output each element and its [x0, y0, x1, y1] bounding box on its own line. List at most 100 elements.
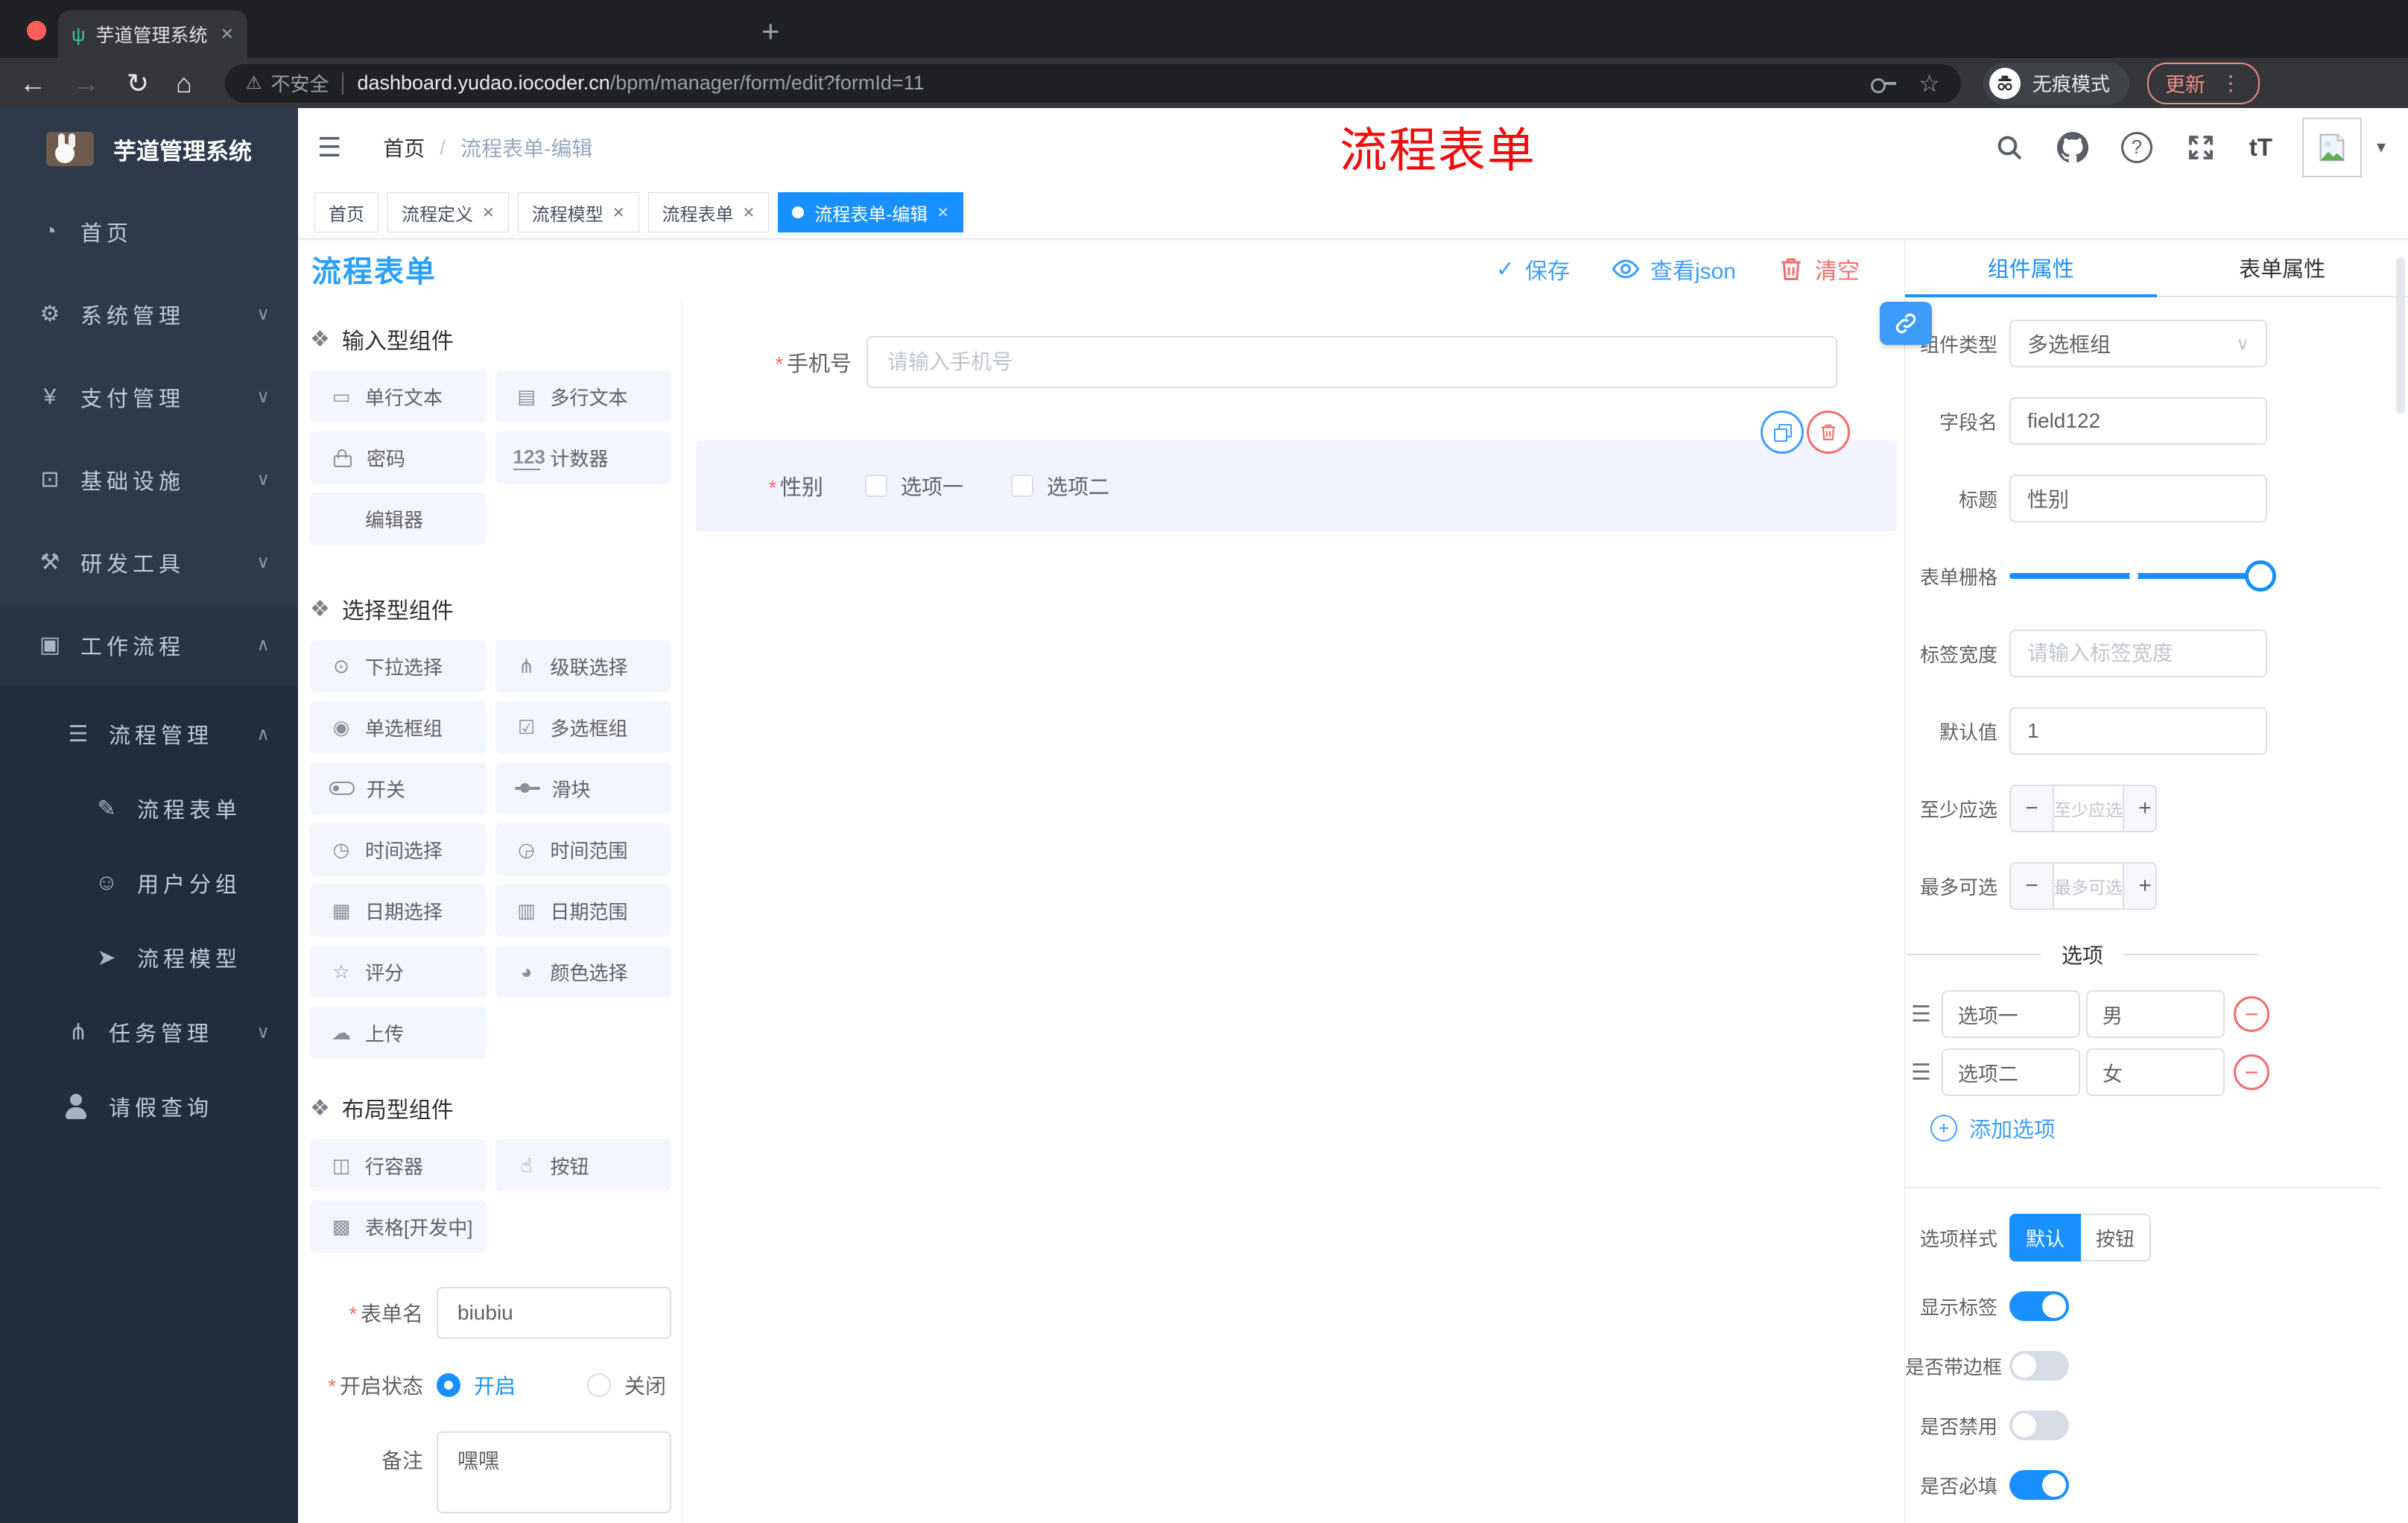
sidebar-item-process-model[interactable]: ➤ 流程模型	[0, 920, 298, 995]
reload-icon[interactable]: ↻	[127, 68, 149, 99]
option-2-label-input[interactable]	[1941, 1048, 2080, 1096]
component-item-password[interactable]: 密码	[310, 431, 487, 484]
font-size-icon[interactable]: tT	[2249, 133, 2272, 162]
delete-button[interactable]	[1807, 411, 1850, 454]
remove-option-button[interactable]: −	[2233, 996, 2269, 1032]
avatar[interactable]	[2301, 117, 2362, 177]
url-bar[interactable]: ⚠ 不安全 dashboard.yudao.iocoder.cn /bpm/ma…	[224, 63, 1961, 103]
component-item-rate[interactable]: ☆ 评分	[310, 946, 487, 998]
component-item-single-text[interactable]: ▭ 单行文本	[310, 370, 487, 422]
drag-handle-icon[interactable]: ☰	[1911, 1060, 1931, 1086]
component-item-date-range[interactable]: ▥ 日期范围	[495, 884, 671, 937]
fullscreen-icon[interactable]	[2185, 132, 2217, 163]
border-toggle[interactable]	[2009, 1351, 2069, 1381]
back-icon[interactable]: ←	[19, 68, 46, 99]
new-tab-button[interactable]: +	[761, 13, 780, 49]
gender-option-2[interactable]: 选项二	[1011, 471, 1109, 501]
tag-process-model[interactable]: 流程模型 ✕	[517, 192, 639, 232]
title-input[interactable]	[2009, 475, 2267, 522]
clear-button[interactable]: 清空	[1778, 253, 1860, 285]
window-close-button[interactable]	[27, 21, 46, 40]
sidebar-item-devtools[interactable]: ⚒ 研发工具 ∨	[0, 521, 298, 604]
sidebar-collapse-icon[interactable]: ☰	[317, 132, 341, 163]
component-item-time[interactable]: ◷ 时间选择	[310, 823, 487, 876]
disabled-toggle[interactable]	[2009, 1410, 2069, 1440]
tag-process-form-edit[interactable]: 流程表单-编辑 ✕	[778, 192, 964, 232]
tag-process-form[interactable]: 流程表单 ✕	[647, 192, 770, 232]
component-item-color[interactable]: ◕ 颜色选择	[495, 946, 671, 998]
sidebar-logo[interactable]: 芋道管理系统	[0, 108, 298, 190]
form-grid-slider[interactable]	[2009, 552, 2276, 600]
close-icon[interactable]: ✕	[937, 203, 949, 222]
component-item-table[interactable]: ▩ 表格[开发中]	[310, 1200, 487, 1253]
canvas-field-gender-selected[interactable]: * 性别 选项一 选项二	[696, 411, 1897, 531]
drag-handle-icon[interactable]: ☰	[1911, 1001, 1931, 1028]
tab-component-props[interactable]: 组件属性	[1905, 239, 2157, 297]
component-item-counter[interactable]: 123 计数器	[495, 431, 671, 484]
close-icon[interactable]: ✕	[743, 203, 755, 222]
close-icon[interactable]: ✕	[482, 203, 495, 222]
slider-handle[interactable]	[2245, 560, 2276, 592]
radio-open-label[interactable]: 开启	[474, 1370, 516, 1400]
sidebar-item-user-group[interactable]: ☺ 用户分组	[0, 846, 298, 920]
sidebar-item-workflow[interactable]: ▣ 工作流程 ∧	[0, 604, 298, 686]
sidebar-item-task-mgmt[interactable]: ⋔ 任务管理 ∨	[0, 995, 298, 1069]
option-1-value-input[interactable]	[2085, 990, 2225, 1038]
component-item-editor[interactable]: 编辑器	[310, 493, 487, 545]
required-toggle[interactable]	[2009, 1470, 2069, 1500]
sidebar-item-system[interactable]: ⚙ 系统管理 ∨	[0, 273, 298, 355]
tab-close-icon[interactable]: ✕	[221, 25, 234, 44]
component-item-select[interactable]: ⊙ 下拉选择	[310, 640, 487, 692]
home-icon[interactable]: ⌂	[176, 68, 192, 99]
password-key-icon[interactable]	[1871, 77, 1897, 93]
browser-menu-icon[interactable]: ⋮	[2220, 71, 2242, 95]
option-2-value-input[interactable]	[2085, 1048, 2225, 1096]
forward-icon[interactable]: →	[73, 68, 100, 99]
max-select-value[interactable]: 最多可选	[2054, 864, 2123, 908]
slider-track[interactable]	[2009, 573, 2270, 579]
sidebar-item-leave-query[interactable]: 请假查询	[0, 1069, 298, 1144]
link-button[interactable]	[1880, 302, 1932, 345]
browser-tab[interactable]: ψ 芋道管理系统 ✕	[58, 10, 247, 58]
view-json-button[interactable]: 查看json	[1612, 253, 1736, 285]
tab-form-props[interactable]: 表单属性	[2157, 239, 2408, 296]
show-label-toggle[interactable]	[2009, 1291, 2069, 1321]
duplicate-button[interactable]	[1761, 411, 1804, 454]
github-icon[interactable]	[2056, 131, 2088, 163]
option-style-button[interactable]: 按钮	[2081, 1214, 2152, 1261]
form-name-input[interactable]	[437, 1287, 671, 1339]
save-button[interactable]: ✓ 保存	[1496, 253, 1570, 285]
component-item-date[interactable]: ▦ 日期选择	[310, 884, 487, 937]
component-item-button[interactable]: ☝ 按钮	[495, 1139, 671, 1191]
field-name-input[interactable]	[2009, 397, 2267, 445]
radio-closed[interactable]	[587, 1373, 612, 1397]
checkbox[interactable]	[865, 475, 887, 497]
bookmark-star-icon[interactable]: ☆	[1919, 69, 1940, 98]
browser-update-button[interactable]: 更新 ⋮	[2146, 62, 2260, 104]
sidebar-item-payment[interactable]: ¥ 支付管理 ∨	[0, 355, 298, 438]
sidebar-item-home[interactable]: ◔ 首页	[0, 190, 298, 273]
component-item-multi-text[interactable]: ▤ 多行文本	[495, 370, 671, 422]
component-item-time-range[interactable]: ◶ 时间范围	[495, 823, 671, 876]
minus-button[interactable]: −	[2011, 864, 2054, 908]
option-1-label-input[interactable]	[1941, 990, 2080, 1038]
remove-option-button[interactable]: −	[2233, 1054, 2269, 1090]
sidebar-item-process-form[interactable]: ✎ 流程表单	[0, 771, 298, 846]
tag-home[interactable]: 首页	[314, 192, 378, 232]
add-option-button[interactable]: + 添加选项	[1930, 1112, 2408, 1144]
radio-open[interactable]	[437, 1373, 460, 1397]
radio-closed-label[interactable]: 关闭	[624, 1370, 666, 1400]
label-width-input[interactable]	[2009, 630, 2267, 677]
canvas-field-phone[interactable]: * 手机号	[696, 336, 1837, 388]
checkbox[interactable]	[1011, 475, 1034, 497]
form-remark-textarea[interactable]: 嘿嘿	[437, 1431, 671, 1513]
search-icon[interactable]	[1994, 133, 2024, 162]
plus-button[interactable]: +	[2123, 786, 2155, 831]
component-item-slider[interactable]: 滑块	[495, 762, 671, 814]
sidebar-item-process-mgmt[interactable]: ☰ 流程管理 ∧	[0, 697, 298, 771]
close-icon[interactable]: ✕	[612, 203, 625, 222]
component-type-select[interactable]: 多选框组 ∨	[2009, 320, 2267, 367]
scrollbar-thumb[interactable]	[2396, 257, 2405, 414]
default-value-input[interactable]	[2009, 707, 2267, 755]
component-item-checkbox-group[interactable]: ☑ 多选框组	[495, 701, 671, 753]
